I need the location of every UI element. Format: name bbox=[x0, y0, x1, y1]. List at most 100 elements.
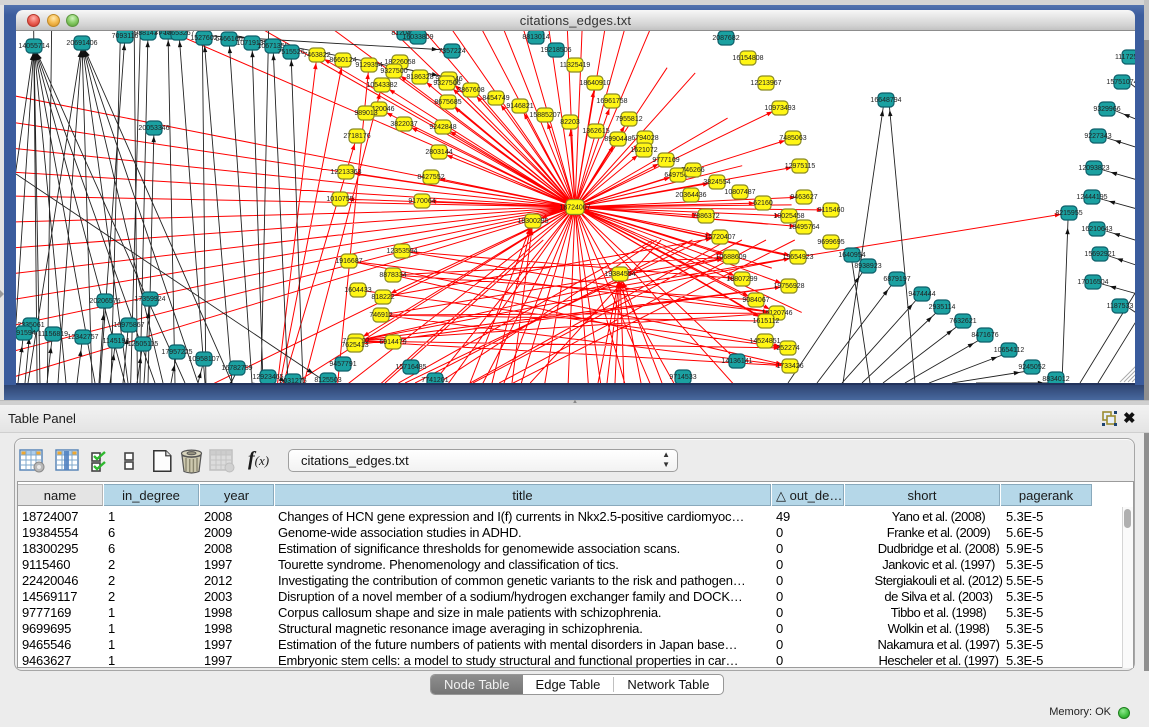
svg-text:9457791: 9457791 bbox=[329, 361, 356, 368]
svg-text:1615112: 1615112 bbox=[753, 318, 780, 325]
svg-text:20691406: 20691406 bbox=[66, 40, 97, 47]
svg-text:7463822: 7463822 bbox=[303, 52, 330, 59]
svg-text:82203: 82203 bbox=[560, 119, 580, 126]
svg-text:1527602: 1527602 bbox=[190, 35, 217, 42]
svg-text:2718176: 2718176 bbox=[343, 133, 370, 140]
svg-text:12975115: 12975115 bbox=[785, 163, 816, 170]
svg-text:746912: 746912 bbox=[369, 312, 392, 319]
svg-text:989013: 989013 bbox=[354, 110, 377, 117]
svg-text:6914479: 6914479 bbox=[379, 339, 406, 346]
svg-text:11156819: 11156819 bbox=[38, 331, 68, 338]
svg-text:1145194: 1145194 bbox=[103, 338, 130, 345]
svg-text:7955812: 7955812 bbox=[615, 116, 642, 123]
svg-text:1010755: 1010755 bbox=[326, 196, 353, 203]
svg-text:1362615: 1362615 bbox=[582, 128, 609, 135]
svg-text:2803144: 2803144 bbox=[425, 149, 452, 156]
svg-text:7357224: 7357224 bbox=[438, 48, 465, 55]
svg-text:11172524: 11172524 bbox=[1115, 54, 1135, 61]
svg-text:16033809: 16033809 bbox=[402, 34, 433, 41]
svg-text:20364436: 20364436 bbox=[675, 192, 706, 199]
svg-text:12213967: 12213967 bbox=[750, 80, 781, 87]
svg-text:19384554: 19384554 bbox=[604, 271, 635, 278]
svg-text:8878334: 8878334 bbox=[379, 272, 406, 279]
svg-text:12093823: 12093823 bbox=[1078, 165, 1109, 172]
svg-text:7515526: 7515526 bbox=[277, 49, 304, 56]
svg-text:6879197: 6879197 bbox=[883, 276, 910, 283]
svg-text:9463627: 9463627 bbox=[790, 194, 817, 201]
svg-text:9327506: 9327506 bbox=[433, 80, 460, 87]
svg-text:8660124: 8660124 bbox=[329, 57, 356, 64]
svg-text:19218506: 19218506 bbox=[540, 47, 571, 54]
svg-text:12505115: 12505115 bbox=[128, 341, 159, 348]
svg-text:17016504: 17016504 bbox=[1077, 279, 1108, 286]
svg-text:9777169: 9777169 bbox=[652, 157, 679, 164]
svg-text:252274: 252274 bbox=[776, 345, 799, 352]
svg-text:746266: 746266 bbox=[681, 167, 704, 174]
svg-text:16648794: 16648794 bbox=[870, 97, 901, 104]
svg-text:18495764: 18495764 bbox=[788, 224, 819, 231]
svg-text:9329966: 9329966 bbox=[1093, 106, 1120, 113]
svg-text:8454749: 8454749 bbox=[482, 95, 509, 102]
svg-text:14524851: 14524851 bbox=[749, 338, 780, 345]
svg-text:391594: 391594 bbox=[16, 330, 36, 337]
svg-text:16210643: 16210643 bbox=[1081, 226, 1112, 233]
svg-text:12342757: 12342757 bbox=[67, 334, 98, 341]
svg-text:10975867: 10975867 bbox=[113, 322, 144, 329]
svg-text:18300295: 18300295 bbox=[517, 218, 548, 225]
svg-text:7886372: 7886372 bbox=[692, 213, 719, 220]
svg-text:19654923: 19654923 bbox=[782, 254, 813, 261]
svg-text:10543382: 10543382 bbox=[366, 82, 397, 89]
svg-text:9170064: 9170064 bbox=[408, 198, 435, 205]
svg-text:9227343: 9227343 bbox=[1084, 133, 1111, 140]
svg-text:20206576: 20206576 bbox=[89, 298, 120, 305]
svg-text:9084067: 9084067 bbox=[742, 297, 769, 304]
svg-text:9699695: 9699695 bbox=[817, 239, 844, 246]
svg-text:818222: 818222 bbox=[371, 294, 394, 301]
svg-text:9474444: 9474444 bbox=[908, 291, 935, 298]
svg-text:8938923: 8938923 bbox=[854, 263, 881, 270]
svg-text:2087682: 2087682 bbox=[712, 35, 739, 42]
svg-text:9129354: 9129354 bbox=[355, 62, 382, 69]
svg-text:10025458: 10025458 bbox=[773, 213, 804, 220]
svg-text:1916687: 1916687 bbox=[335, 258, 362, 265]
svg-text:8675685: 8675685 bbox=[434, 99, 461, 106]
svg-text:3822037: 3822037 bbox=[390, 121, 417, 128]
svg-text:10654112: 10654112 bbox=[994, 347, 1025, 354]
svg-text:10973493: 10973493 bbox=[764, 105, 795, 112]
svg-text:1187533: 1187533 bbox=[1107, 303, 1134, 310]
svg-text:1733426: 1733426 bbox=[776, 363, 803, 370]
svg-text:17359924: 17359924 bbox=[134, 296, 165, 303]
svg-text:16154808: 16154808 bbox=[732, 55, 763, 62]
svg-text:9146821: 9146821 bbox=[506, 103, 533, 110]
svg-text:9714533: 9714533 bbox=[669, 374, 696, 381]
svg-text:1621072: 1621072 bbox=[630, 147, 657, 154]
svg-text:18807299: 18807299 bbox=[726, 276, 757, 283]
svg-text:18640910: 18640910 bbox=[579, 80, 610, 87]
svg-text:14055714: 14055714 bbox=[18, 43, 49, 50]
svg-text:15720407: 15720407 bbox=[704, 234, 735, 241]
svg-text:10688609: 10688609 bbox=[715, 254, 746, 261]
svg-text:20053346: 20053346 bbox=[138, 125, 169, 132]
svg-text:16961758: 16961758 bbox=[596, 98, 627, 105]
svg-text:6794028: 6794028 bbox=[631, 135, 658, 142]
svg-text:18724007: 18724007 bbox=[559, 205, 590, 212]
svg-text:7625413: 7625413 bbox=[341, 342, 368, 349]
svg-text:16782759: 16782759 bbox=[221, 365, 252, 372]
svg-text:15751074: 15751074 bbox=[1106, 79, 1135, 86]
svg-text:9327500: 9327500 bbox=[380, 68, 407, 75]
svg-text:14136141: 14136141 bbox=[721, 358, 752, 365]
svg-text:1640954: 1640954 bbox=[838, 252, 865, 259]
svg-text:2935114: 2935114 bbox=[929, 304, 956, 311]
svg-text:15716485: 15716485 bbox=[395, 364, 426, 371]
svg-text:11325419: 11325419 bbox=[560, 62, 591, 69]
svg-text:15692921: 15692921 bbox=[1084, 251, 1115, 258]
svg-text:1604433: 1604433 bbox=[344, 287, 371, 294]
svg-text:17957225: 17957225 bbox=[161, 349, 192, 356]
svg-text:15885207: 15885207 bbox=[529, 112, 560, 119]
svg-text:2867608: 2867608 bbox=[457, 87, 484, 94]
svg-text:8471676: 8471676 bbox=[971, 332, 998, 339]
svg-text:62160: 62160 bbox=[753, 200, 773, 207]
svg-text:3824554: 3824554 bbox=[703, 179, 730, 186]
svg-text:9245052: 9245052 bbox=[1018, 364, 1045, 371]
svg-text:12444195: 12444195 bbox=[1076, 194, 1107, 201]
